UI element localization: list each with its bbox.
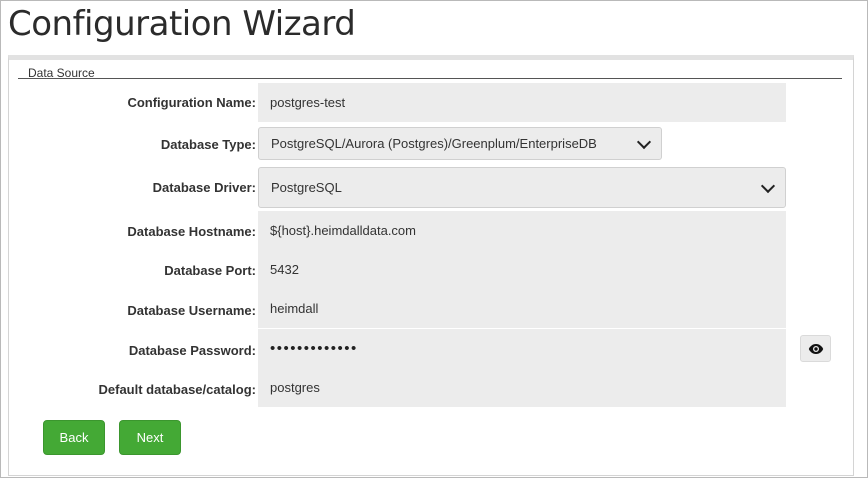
toggle-password-visibility-button[interactable] — [800, 335, 831, 362]
db-password-input[interactable]: ••••••••••••• — [258, 329, 786, 368]
db-username-label: Database Username: — [127, 303, 256, 318]
chevron-down-icon — [760, 178, 776, 193]
default-db-label: Default database/catalog: — [98, 382, 257, 397]
db-port-label: Database Port: — [164, 263, 256, 278]
default-db-input[interactable]: postgres — [258, 368, 786, 407]
db-type-value: PostgreSQL/Aurora (Postgres)/Greenplum/E… — [271, 136, 597, 151]
db-hostname-input[interactable]: ${host}.heimdalldata.com — [258, 211, 786, 250]
db-port-value: 5432 — [270, 262, 299, 277]
eye-icon — [808, 343, 823, 354]
db-hostname-value: ${host}.heimdalldata.com — [270, 223, 416, 238]
db-driver-value: PostgreSQL — [271, 180, 342, 195]
db-password-label: Database Password: — [128, 343, 256, 358]
chevron-down-icon — [636, 134, 652, 149]
page-title: Configuration Wizard — [8, 4, 356, 44]
config-name-label: Configuration Name: — [127, 95, 256, 110]
section-divider — [18, 78, 842, 79]
back-button[interactable]: Back — [43, 420, 105, 455]
db-type-select[interactable]: PostgreSQL/Aurora (Postgres)/Greenplum/E… — [258, 127, 662, 160]
db-hostname-label: Database Hostname: — [127, 224, 256, 239]
db-password-value: ••••••••••••• — [270, 340, 358, 357]
db-username-value: heimdall — [270, 301, 319, 316]
db-driver-select[interactable]: PostgreSQL — [258, 167, 786, 208]
db-port-input[interactable]: 5432 — [258, 250, 786, 289]
default-db-value: postgres — [270, 380, 320, 395]
config-name-value: postgres-test — [270, 95, 346, 110]
db-type-label: Database Type: — [160, 137, 256, 152]
next-button[interactable]: Next — [119, 420, 181, 455]
config-name-input[interactable]: postgres-test — [258, 83, 786, 122]
db-username-input[interactable]: heimdall — [258, 289, 786, 328]
db-driver-label: Database Driver: — [152, 180, 256, 195]
